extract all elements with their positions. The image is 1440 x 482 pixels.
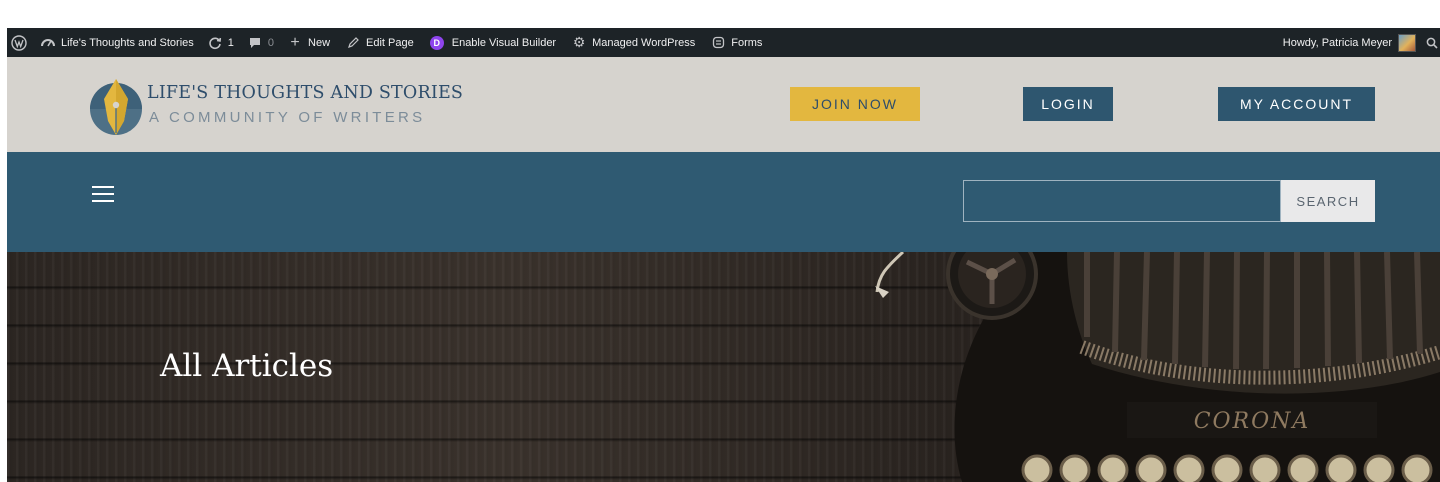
dashboard-icon [41, 36, 55, 50]
join-now-button[interactable]: JOIN NOW [790, 87, 920, 121]
typewriter-brand: CORONA [1194, 409, 1311, 434]
pencil-icon [346, 36, 360, 50]
comment-bubble-icon [248, 36, 262, 50]
hero-banner: CORONA All Articles [7, 252, 1440, 482]
my-account-button[interactable]: MY ACCOUNT [1218, 87, 1375, 121]
site-name-menu[interactable]: Life's Thoughts and Stories [41, 28, 194, 57]
howdy-greeting: Howdy, Patricia Meyer [1282, 36, 1392, 49]
admin-bar-secondary: Howdy, Patricia Meyer [1283, 28, 1440, 57]
site-title[interactable]: LIFE'S THOUGHTS AND STORIES [147, 83, 463, 103]
hamburger-menu-icon[interactable] [92, 186, 114, 202]
visual-builder-link[interactable]: D Enable Visual Builder [429, 28, 557, 57]
site-name-label: Life's Thoughts and Stories [61, 36, 194, 49]
divi-logo-icon: D [429, 35, 444, 50]
avatar [1398, 33, 1416, 52]
login-button[interactable]: LOGIN [1023, 87, 1113, 121]
gear-icon: ⚙ [572, 34, 586, 50]
updates-icon [208, 36, 222, 50]
edit-page-label: Edit Page [366, 36, 414, 49]
admin-bar: Life's Thoughts and Stories 1 0 + New Ed… [7, 28, 1440, 57]
managed-wordpress-label: Managed WordPress [592, 36, 696, 49]
forms-icon [711, 36, 725, 50]
page-title: All Articles [160, 348, 334, 384]
site-tagline: A COMMUNITY OF WRITERS [149, 109, 426, 126]
updates-count: 1 [227, 36, 234, 49]
edit-page-link[interactable]: Edit Page [346, 28, 414, 57]
pen-nib-logo-icon[interactable] [83, 73, 149, 139]
search-button[interactable]: SEARCH [1281, 180, 1375, 222]
forms-label: Forms [731, 36, 763, 49]
new-label: New [308, 36, 331, 49]
nav-bar: SEARCH [7, 152, 1440, 252]
wp-logo-menu[interactable] [11, 28, 27, 57]
wordpress-icon [11, 34, 27, 51]
forms-menu[interactable]: Forms [711, 28, 762, 57]
plus-icon: + [290, 33, 300, 51]
search-icon [1426, 37, 1438, 49]
admin-search-toggle[interactable] [1426, 28, 1438, 57]
my-account-menu[interactable]: Howdy, Patricia Meyer [1283, 28, 1416, 57]
managed-wordpress-menu[interactable]: ⚙ Managed WordPress [572, 28, 695, 57]
comments-menu[interactable]: 0 [248, 28, 274, 57]
updates-menu[interactable]: 1 [208, 28, 234, 57]
comments-count: 0 [267, 36, 275, 49]
search-input[interactable] [963, 180, 1281, 222]
site-header: LIFE'S THOUGHTS AND STORIES A COMMUNITY … [7, 57, 1440, 152]
new-content-menu[interactable]: + New [288, 28, 330, 57]
visual-builder-label: Enable Visual Builder [451, 36, 557, 49]
